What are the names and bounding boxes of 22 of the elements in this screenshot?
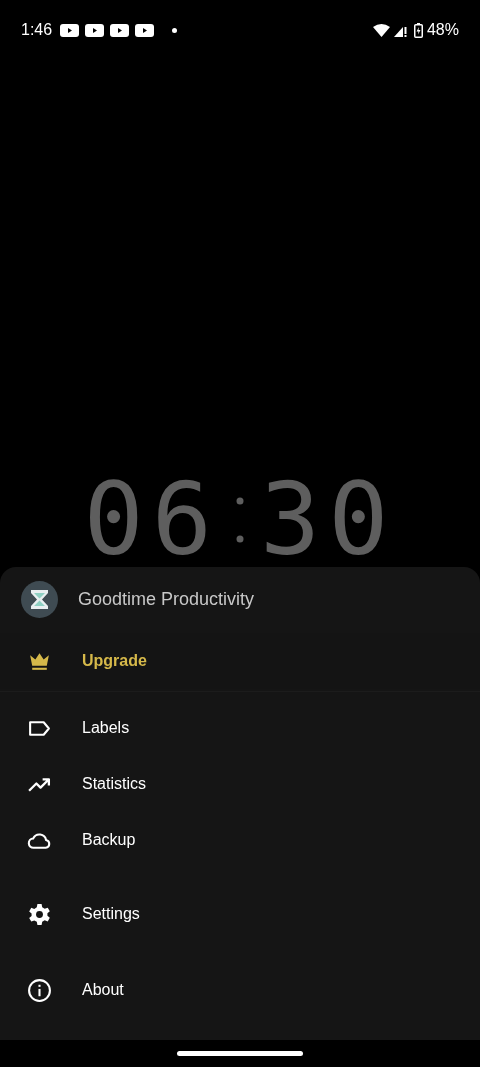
home-indicator[interactable] — [177, 1051, 303, 1056]
menu-item[interactable]: About — [0, 962, 480, 1018]
menu-item[interactable]: Labels — [0, 700, 480, 756]
app-name: Goodtime Productivity — [78, 587, 255, 611]
colon-icon — [236, 497, 244, 543]
video-icon — [135, 23, 155, 37]
battery-percent: 48% — [426, 20, 459, 40]
menu-item[interactable]: Backup — [0, 812, 480, 868]
timer-seconds: 30 — [260, 470, 397, 570]
hourglass-icon — [21, 580, 58, 618]
battery-icon — [413, 22, 423, 38]
video-icon — [60, 23, 80, 37]
video-icon — [110, 23, 130, 37]
wifi-icon — [372, 23, 390, 37]
dot-icon — [172, 27, 178, 33]
menu-item[interactable]: Statistics — [0, 756, 480, 812]
timer-minutes: 06 — [83, 470, 220, 570]
info-icon — [27, 977, 52, 1003]
status-time: 1:46 — [21, 20, 53, 40]
video-icon — [85, 23, 105, 37]
settings-icon — [27, 901, 52, 927]
menu-item[interactable]: Settings — [0, 886, 480, 942]
